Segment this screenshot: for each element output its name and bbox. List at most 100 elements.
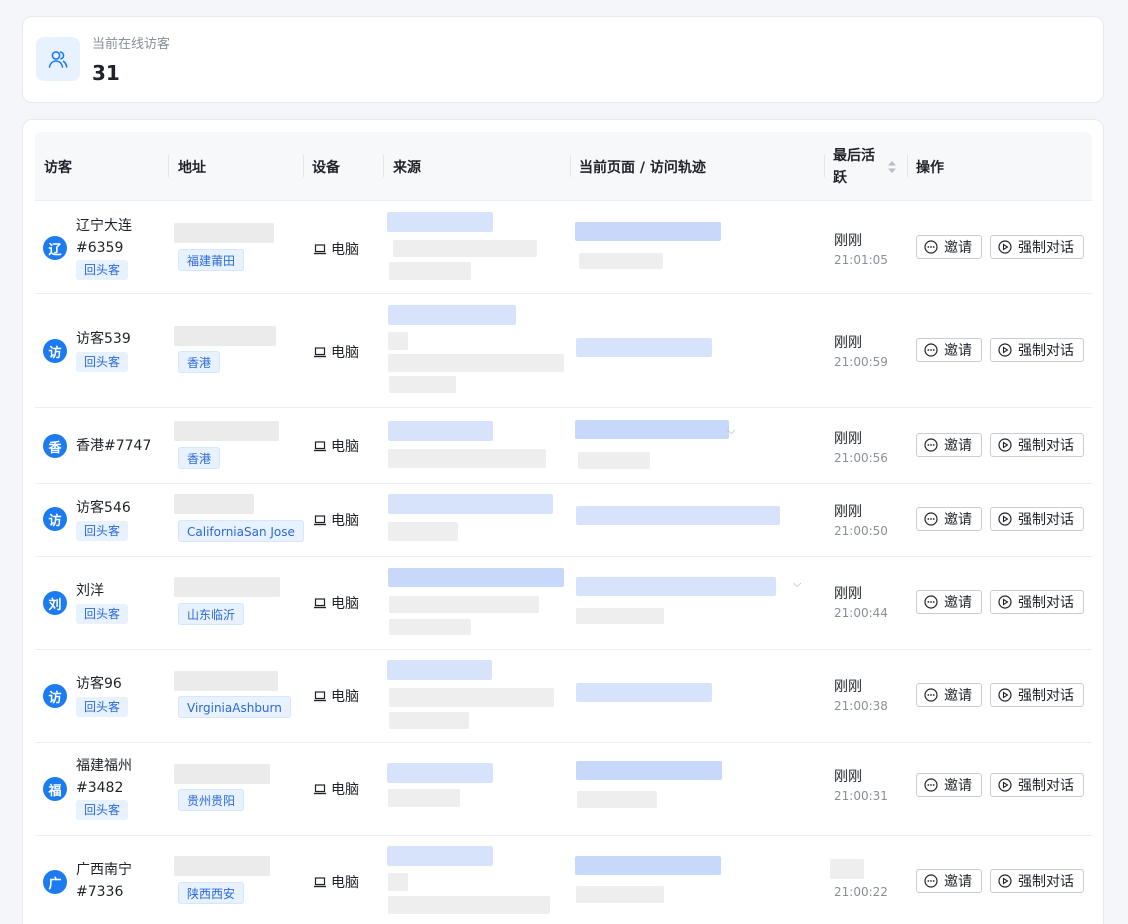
invite-button[interactable]: 邀请: [916, 869, 982, 893]
device-label: 电脑: [331, 345, 359, 361]
laptop-icon: [314, 347, 326, 358]
current-page-redacted: [576, 338, 712, 357]
device-cell: 电脑: [313, 872, 359, 892]
laptop-icon: [314, 784, 326, 795]
laptop-icon: [314, 441, 326, 452]
online-visitors-label: 当前在线访客: [92, 37, 171, 52]
address-tag: 香港: [178, 447, 221, 469]
returning-tag: 回头客: [76, 604, 129, 624]
source-redacted: [389, 619, 471, 635]
avatar: 福: [43, 777, 67, 801]
online-visitors-count: 31: [92, 61, 120, 85]
last-active-text: 刚刚: [834, 586, 862, 602]
last-active-text: 刚刚: [834, 769, 862, 785]
address-tag: 陕西西安: [178, 882, 245, 904]
table-row: 访 访客539 回头客 香港 电脑 刚刚 21:00:59 邀请 强制对话: [35, 294, 1092, 408]
device-label: 电脑: [331, 782, 359, 798]
source-redacted: [389, 596, 539, 613]
laptop-icon: [314, 515, 326, 526]
last-active-time: 21:00:38: [834, 699, 888, 713]
force-chat-button[interactable]: 强制对话: [990, 683, 1084, 707]
last-active-time: 21:00:59: [834, 355, 888, 369]
force-chat-button[interactable]: 强制对话: [990, 338, 1084, 362]
last-active-redacted: [830, 859, 864, 879]
address-redacted: [174, 577, 280, 597]
address-tag: CaliforniaSan Jose: [178, 520, 304, 542]
table-row: 辽 辽宁大连#6359 回头客 福建莆田 电脑 刚刚 21:01:05 邀请 强…: [35, 201, 1092, 294]
device-label: 电脑: [331, 513, 359, 529]
force-chat-button[interactable]: 强制对话: [990, 507, 1084, 531]
column-device: 设备: [312, 159, 340, 176]
trail-redacted: [579, 253, 663, 269]
chat-bubble-icon: [924, 343, 938, 357]
play-circle-icon: [998, 874, 1012, 888]
laptop-icon: [314, 691, 326, 702]
column-last-active[interactable]: 最后活跃: [833, 132, 877, 201]
current-page-redacted: [576, 683, 712, 702]
invite-button[interactable]: 邀请: [916, 235, 982, 259]
source-redacted: [389, 688, 554, 707]
invite-button[interactable]: 邀请: [916, 338, 982, 362]
avatar: 访: [43, 339, 67, 363]
sort-icon[interactable]: [887, 159, 897, 175]
source-redacted: [389, 262, 471, 280]
play-circle-icon: [998, 512, 1012, 526]
visitor-name[interactable]: 辽宁大连#6359: [76, 215, 142, 259]
avatar: 香: [43, 434, 67, 458]
avatar: 访: [43, 684, 67, 708]
last-active-time: 21:01:05: [834, 253, 888, 267]
play-circle-icon: [998, 595, 1012, 609]
chat-bubble-icon: [924, 438, 938, 452]
trail-redacted: [578, 452, 650, 469]
users-icon: [36, 37, 80, 81]
invite-button[interactable]: 邀请: [916, 683, 982, 707]
invite-button[interactable]: 邀请: [916, 433, 982, 457]
avatar: 辽: [43, 236, 67, 260]
online-visitors-card: 当前在线访客 31: [22, 16, 1104, 103]
address-redacted: [174, 223, 274, 243]
play-circle-icon: [998, 688, 1012, 702]
device-label: 电脑: [331, 242, 359, 258]
address-redacted: [174, 671, 278, 691]
force-chat-button[interactable]: 强制对话: [990, 773, 1084, 797]
last-active-time: 21:00:50: [834, 524, 888, 538]
last-active-text: 刚刚: [834, 504, 862, 520]
invite-button[interactable]: 邀请: [916, 773, 982, 797]
address-tag: 贵州贵阳: [178, 789, 245, 811]
visitor-name[interactable]: 访客539: [76, 328, 166, 350]
visitor-name[interactable]: 访客546: [76, 497, 166, 519]
expand-chevron-icon[interactable]: ⌵: [793, 577, 801, 591]
source-redacted: [387, 763, 493, 783]
trail-redacted: [576, 886, 664, 903]
column-address: 地址: [178, 159, 206, 176]
invite-button[interactable]: 邀请: [916, 507, 982, 531]
avatar: 访: [43, 507, 67, 531]
source-redacted: [387, 660, 492, 680]
force-chat-button[interactable]: 强制对话: [990, 590, 1084, 614]
laptop-icon: [314, 244, 326, 255]
table-row: 广 广西南宁#7336 陕西西安 电脑 21:00:22 邀请 强制对话: [35, 836, 1092, 924]
force-chat-button[interactable]: 强制对话: [990, 433, 1084, 457]
chat-bubble-icon: [924, 874, 938, 888]
last-active-text: 刚刚: [834, 233, 862, 249]
force-chat-button[interactable]: 强制对话: [990, 869, 1084, 893]
visitor-name[interactable]: 福建福州#3482: [76, 755, 142, 799]
visitor-name[interactable]: 香港#7747: [76, 435, 166, 457]
visitor-name[interactable]: 广西南宁#7336: [76, 859, 142, 903]
current-page-redacted: [576, 506, 780, 525]
table-row: 刘 刘洋 回头客 山东临沂 电脑 ⌵ 刚刚 21:00:44 邀请 强制对话: [35, 557, 1092, 650]
expand-chevron-icon[interactable]: ⌵: [727, 424, 735, 438]
column-visitor: 访客: [44, 159, 72, 176]
invite-button[interactable]: 邀请: [916, 590, 982, 614]
visitors-table: 访客 地址 设备 来源 当前页面 / 访问轨迹 最后活跃 操作 辽 辽宁大连#6…: [22, 119, 1104, 924]
visitor-name[interactable]: 刘洋: [76, 580, 166, 602]
address-redacted: [174, 764, 270, 784]
last-active-text: 刚刚: [834, 335, 862, 351]
force-chat-button[interactable]: 强制对话: [990, 235, 1084, 259]
laptop-icon: [314, 598, 326, 609]
returning-tag: 回头客: [76, 521, 129, 541]
current-page-redacted: [576, 577, 776, 596]
device-cell: 电脑: [313, 686, 359, 706]
source-redacted: [388, 332, 408, 350]
visitor-name[interactable]: 访客96: [76, 673, 166, 695]
